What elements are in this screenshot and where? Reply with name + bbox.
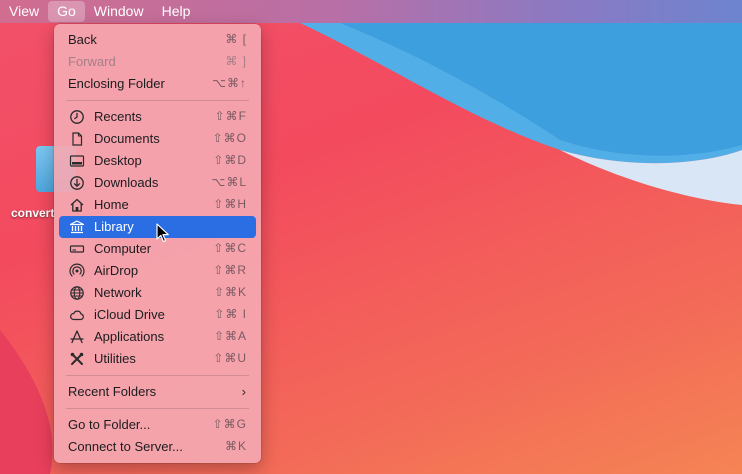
menu-item-label: Recent Folders (68, 384, 157, 399)
applications-icon (69, 329, 85, 345)
menu-item-shortcut: ⇧⌘G (212, 417, 247, 431)
menubar-help[interactable]: Help (153, 0, 200, 23)
menu-item-label: AirDrop (94, 263, 139, 278)
go-menu: Back ⌘ [ Forward ⌘ ] Enclosing Folder ⌥⌘… (54, 24, 261, 463)
cloud-icon (69, 307, 85, 323)
mouse-cursor-icon (156, 223, 169, 243)
menu-item-documents[interactable]: Documents ⇧⌘O (59, 128, 256, 150)
menu-item-forward: Forward ⌘ ] (59, 51, 256, 73)
menu-item-shortcut: ⇧⌘U (213, 351, 247, 365)
menu-item-label: Recents (94, 109, 142, 124)
menu-item-go-to-folder[interactable]: Go to Folder... ⇧⌘G (59, 414, 256, 436)
menubar-window[interactable]: Window (85, 0, 153, 23)
menu-item-label: Utilities (94, 351, 136, 366)
menu-item-label: Desktop (94, 153, 142, 168)
menu-item-label: Forward (68, 54, 116, 69)
clock-icon (69, 109, 85, 125)
menu-item-label: Downloads (94, 175, 159, 190)
menu-separator (66, 100, 249, 101)
menu-item-label: Network (94, 285, 142, 300)
menu-item-label: Back (68, 32, 97, 47)
menu-item-icloud-drive[interactable]: iCloud Drive ⇧⌘ I (59, 304, 256, 326)
menu-item-shortcut: ⇧⌘R (213, 263, 247, 277)
menu-item-recent-folders[interactable]: Recent Folders › (59, 381, 256, 403)
chevron-right-icon: › (241, 384, 246, 399)
menu-item-recents[interactable]: Recents ⇧⌘F (59, 106, 256, 128)
menu-item-label: Connect to Server... (68, 439, 183, 454)
menu-item-label: Computer (94, 241, 152, 256)
menu-item-applications[interactable]: Applications ⇧⌘A (59, 326, 256, 348)
menu-item-label: iCloud Drive (94, 307, 165, 322)
menu-separator (66, 408, 249, 409)
desktop-icon-label: convert (11, 206, 55, 220)
menu-item-shortcut: ⇧⌘H (213, 197, 247, 211)
menu-item-downloads[interactable]: Downloads ⌥⌘L (59, 172, 256, 194)
menubar-go[interactable]: Go (48, 1, 85, 22)
menu-item-shortcut: ⌥⌘↑ (212, 76, 247, 90)
download-icon (69, 175, 85, 191)
menu-item-home[interactable]: Home ⇧⌘H (59, 194, 256, 216)
home-icon (69, 197, 85, 213)
menu-item-enclosing-folder[interactable]: Enclosing Folder ⌥⌘↑ (59, 73, 256, 95)
menu-item-label: Enclosing Folder (68, 76, 165, 91)
menu-item-label: Library (94, 219, 134, 234)
menu-item-shortcut: ⇧⌘C (213, 241, 247, 255)
utilities-icon (69, 351, 85, 367)
menu-item-label: Applications (94, 329, 165, 344)
document-icon (69, 131, 85, 147)
computer-icon (69, 241, 85, 257)
menu-item-shortcut: ⇧⌘A (213, 329, 247, 343)
menu-item-label: Home (94, 197, 129, 212)
airdrop-icon (69, 263, 85, 279)
menu-item-airdrop[interactable]: AirDrop ⇧⌘R (59, 260, 256, 282)
network-icon (69, 285, 85, 301)
menu-item-shortcut: ⌘K (224, 439, 247, 453)
library-icon (69, 219, 85, 235)
menu-item-shortcut: ⌘ ] (225, 54, 247, 68)
menu-item-connect-to-server[interactable]: Connect to Server... ⌘K (59, 436, 256, 458)
menu-bar: View Go Window Help (0, 0, 742, 23)
menu-item-shortcut: ⇧⌘K (213, 285, 247, 299)
menu-item-desktop[interactable]: Desktop ⇧⌘D (59, 150, 256, 172)
menu-item-shortcut: ⌥⌘L (211, 175, 247, 189)
menu-item-shortcut: ⇧⌘D (213, 153, 247, 167)
menu-item-label: Go to Folder... (68, 417, 151, 432)
menu-item-label: Documents (94, 131, 160, 146)
menu-item-back[interactable]: Back ⌘ [ (59, 29, 256, 51)
menu-item-shortcut: ⇧⌘F (214, 109, 247, 123)
desktop-icon (69, 153, 85, 169)
menu-item-utilities[interactable]: Utilities ⇧⌘U (59, 348, 256, 370)
menu-separator (66, 375, 249, 376)
menu-item-shortcut: ⇧⌘ I (214, 307, 247, 321)
menu-item-network[interactable]: Network ⇧⌘K (59, 282, 256, 304)
menubar-view[interactable]: View (0, 0, 48, 23)
menu-item-shortcut: ⌘ [ (225, 32, 247, 46)
menu-item-shortcut: ⇧⌘O (212, 131, 247, 145)
